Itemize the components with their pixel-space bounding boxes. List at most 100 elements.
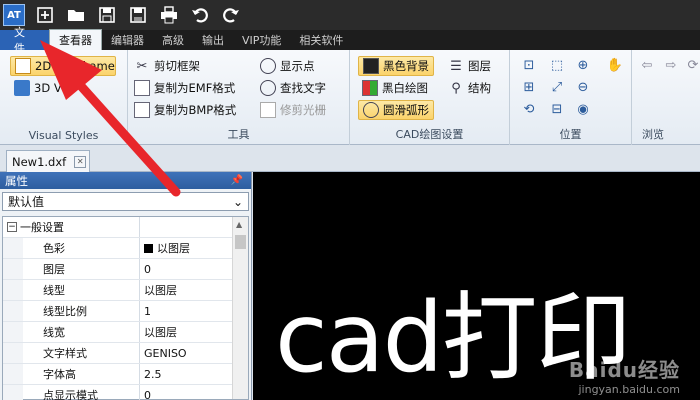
scrollbar-thumb[interactable] — [235, 235, 246, 249]
wireframe-2d-button[interactable]: 2D Wireframe — [10, 56, 116, 76]
bw-drawing-icon — [362, 80, 378, 96]
select-value: 默认值 — [8, 195, 45, 209]
property-row[interactable]: 色彩 以图层 — [3, 238, 248, 259]
pan-hand-icon[interactable]: ✋ — [606, 56, 624, 74]
tab-editor[interactable]: 编辑器 — [102, 30, 153, 50]
ribbon-panel: 2D Wireframe 3D Vi Visual Styles ✂ 剪切框架 … — [0, 50, 700, 145]
category-header: − 一般设置 — [3, 217, 140, 237]
tree-gutter — [3, 364, 23, 384]
group-position: ⊡ ⬚ ⊕ ✋ ⊞ ⤢ ⊖ ⟲ ⊟ ◉ 位置 — [510, 50, 632, 145]
new-icon[interactable] — [34, 4, 56, 26]
property-key: 文字样式 — [3, 343, 140, 363]
raster-icon — [260, 102, 276, 118]
property-key: 字体高 — [3, 364, 140, 384]
tab-file[interactable]: 文件 — [0, 26, 49, 55]
view-3d-button[interactable]: 3D Vi — [14, 78, 65, 98]
save-icon[interactable] — [96, 4, 118, 26]
trim-raster-button[interactable]: 修剪光栅 — [260, 100, 326, 120]
category-label: 一般设置 — [20, 221, 64, 234]
property-row[interactable]: 图层 0 — [3, 259, 248, 280]
property-key: 线型 — [3, 280, 140, 300]
group-visual-styles: 2D Wireframe 3D Vi Visual Styles — [0, 50, 128, 145]
find-text-icon — [260, 80, 276, 96]
tree-gutter — [3, 238, 23, 258]
cad-viewer-window: AT 文件 查看器 编辑器 高级 输出 VIP功能 相关软件 2D Wirefr… — [0, 0, 700, 400]
black-background-icon — [363, 58, 379, 74]
wireframe-icon — [15, 58, 31, 74]
property-grid-scrollbar[interactable]: ▲ — [232, 217, 248, 399]
color-swatch — [144, 243, 153, 253]
zoom-out-icon[interactable]: ⊖ — [574, 78, 592, 96]
close-icon[interactable]: ✕ — [74, 155, 87, 168]
property-row[interactable]: 文字样式 GENISO — [3, 343, 248, 364]
property-row[interactable]: 线宽 以图层 — [3, 322, 248, 343]
redo-icon[interactable] — [220, 4, 242, 26]
property-row[interactable]: 线型 以图层 — [3, 280, 248, 301]
zoom-all-icon[interactable]: ⤢ — [548, 78, 566, 96]
clip-frame-button[interactable]: ✂ 剪切框架 — [134, 56, 200, 76]
forward-arrow-icon[interactable]: ⇨ — [662, 56, 680, 74]
group-browse: ⇦ ⇨ ⟳ 浏览 — [632, 50, 700, 145]
layers-button[interactable]: ☰ 图层 — [448, 56, 491, 76]
tab-viewer[interactable]: 查看器 — [49, 29, 102, 50]
refresh-icon[interactable]: ⟳ — [684, 56, 700, 74]
collapse-icon[interactable]: − — [7, 222, 17, 232]
group-label: Visual Styles — [28, 129, 99, 142]
scissors-icon: ✂ — [136, 58, 148, 74]
smooth-arc-button[interactable]: 圆滑弧形 — [358, 100, 434, 120]
tab-related-software[interactable]: 相关软件 — [290, 30, 352, 50]
tree-gutter — [3, 280, 23, 300]
pin-icon[interactable]: 📌 — [231, 175, 243, 186]
fit-window-icon[interactable]: ⊡ — [520, 56, 538, 74]
property-key: 色彩 — [3, 238, 140, 258]
save-as-icon[interactable] — [127, 4, 149, 26]
print-icon[interactable] — [158, 4, 180, 26]
orbit-icon[interactable]: ◉ — [574, 100, 592, 118]
back-arrow-icon[interactable]: ⇦ — [638, 56, 656, 74]
property-category[interactable]: − 一般设置 — [3, 217, 248, 238]
watermark-url: jingyan.baidu.com — [578, 383, 680, 396]
structure-button[interactable]: ⚲ 结构 — [448, 78, 491, 98]
find-text-button[interactable]: 查找文字 — [260, 78, 326, 98]
property-key: 图层 — [3, 259, 140, 279]
app-logo-icon[interactable]: AT — [3, 4, 25, 26]
property-row[interactable]: 点显示模式 0 — [3, 385, 248, 400]
zoom-in-icon[interactable]: ⊕ — [574, 56, 592, 74]
ribbon-tabs: 文件 查看器 编辑器 高级 输出 VIP功能 相关软件 — [0, 26, 700, 55]
zoom-extents-icon[interactable]: ⬚ — [548, 56, 566, 74]
group-label: CAD绘图设置 — [395, 128, 464, 141]
show-points-button[interactable]: 显示点 — [260, 56, 315, 76]
property-key: 线型比例 — [3, 301, 140, 321]
undo-icon[interactable] — [189, 4, 211, 26]
copy-emf-button[interactable]: 复制为EMF格式 — [134, 78, 235, 98]
drawing-canvas[interactable]: cad打印 Baidu经验 jingyan.baidu.com — [253, 172, 700, 400]
rotate-3d-icon[interactable]: ⟲ — [520, 100, 538, 118]
tree-gutter — [3, 385, 23, 400]
zoom-previous-icon[interactable]: ⊟ — [548, 100, 566, 118]
group-tools: ✂ 剪切框架 复制为EMF格式 复制为BMP格式 显示点 查找文字 修剪光栅 工… — [128, 50, 350, 145]
black-background-button[interactable]: 黑色背景 — [358, 56, 434, 76]
scroll-up-icon[interactable]: ▲ — [236, 220, 242, 229]
properties-object-select[interactable]: 默认值 ⌄ — [2, 192, 249, 211]
property-key: 点显示模式 — [3, 385, 140, 400]
copy-bmp-button[interactable]: 复制为BMP格式 — [134, 100, 236, 120]
group-cad-settings: 黑色背景 黑白绘图 圆滑弧形 ☰ 图层 ⚲ 结构 CAD绘图设置 — [350, 50, 510, 145]
tab-advanced[interactable]: 高级 — [153, 30, 193, 50]
watermark-title: Baidu经验 — [568, 358, 680, 382]
tab-vip[interactable]: VIP功能 — [233, 30, 290, 50]
open-icon[interactable] — [65, 4, 87, 26]
zoom-window-icon[interactable]: ⊞ — [520, 78, 538, 96]
tree-gutter — [3, 259, 23, 279]
property-row[interactable]: 线型比例 1 — [3, 301, 248, 322]
quick-access-toolbar: AT — [0, 0, 700, 30]
properties-panel: 属性 📌 默认值 ⌄ − 一般设置 色彩 以图层 图层 0 线型 以图层 线型比例 1 线… — [0, 172, 252, 400]
structure-icon: ⚲ — [451, 80, 461, 96]
document-tab-bar: New1.dxf ✕ — [0, 145, 700, 172]
property-row[interactable]: 字体高 2.5 — [3, 364, 248, 385]
chevron-down-icon: ⌄ — [232, 194, 243, 209]
bw-drawing-button[interactable]: 黑白绘图 — [362, 78, 428, 98]
tab-output[interactable]: 输出 — [193, 30, 233, 50]
group-label: 位置 — [559, 128, 582, 141]
document-tab[interactable]: New1.dxf ✕ — [6, 150, 90, 172]
group-label: 工具 — [227, 128, 250, 141]
